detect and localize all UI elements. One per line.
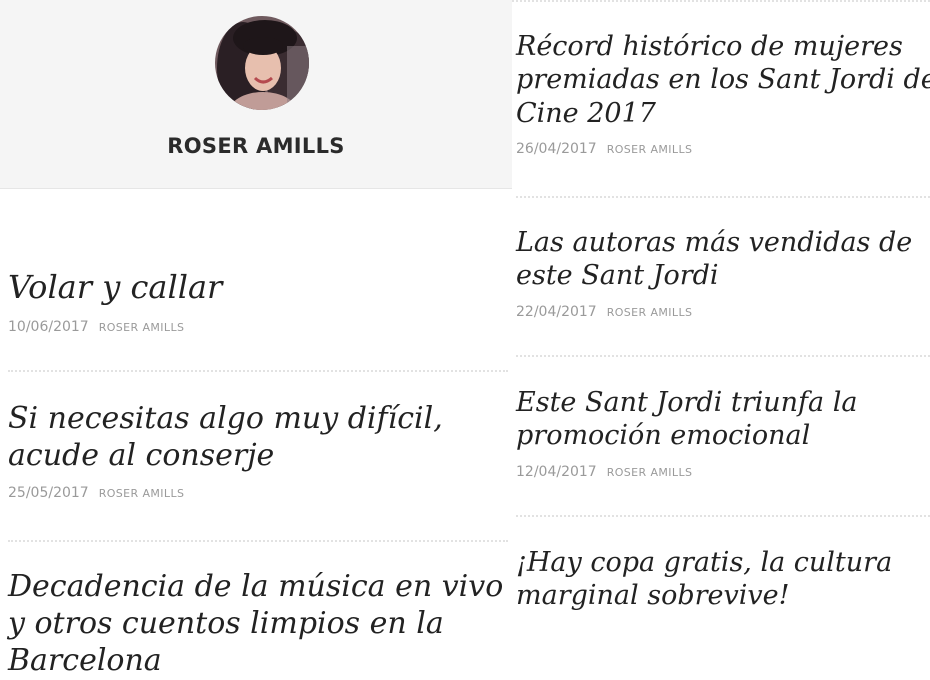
article-title[interactable]: Este Sant Jordi triunfa la promoción emo… xyxy=(516,386,930,453)
article-meta: 10/06/2017 ROSER AMILLS xyxy=(8,316,508,335)
divider xyxy=(8,540,508,542)
article-item[interactable]: Decadencia de la música en vivo y otros … xyxy=(8,568,513,680)
article-date: 26/04/2017 xyxy=(516,141,597,158)
author-card: ROSER AMILLS xyxy=(0,0,512,189)
article-author[interactable]: ROSER AMILLS xyxy=(607,466,693,479)
article-item[interactable]: Récord histórico de mujeres premiadas en… xyxy=(516,30,930,157)
article-title[interactable]: Volar y callar xyxy=(8,268,508,308)
article-meta: 26/04/2017 ROSER AMILLS xyxy=(516,138,930,157)
article-title[interactable]: Las autoras más vendidas de este Sant Jo… xyxy=(516,226,930,293)
article-date: 12/04/2017 xyxy=(516,463,597,480)
article-title[interactable]: Si necesitas algo muy difícil, acude al … xyxy=(8,400,513,474)
article-author[interactable]: ROSER AMILLS xyxy=(607,143,693,156)
article-author[interactable]: ROSER AMILLS xyxy=(99,487,185,500)
article-item[interactable]: Volar y callar 10/06/2017 ROSER AMILLS xyxy=(8,268,508,335)
article-author[interactable]: ROSER AMILLS xyxy=(99,321,185,334)
article-meta: 12/04/2017 ROSER AMILLS xyxy=(516,461,930,480)
author-avatar[interactable] xyxy=(215,16,309,110)
divider xyxy=(516,355,930,357)
avatar-image xyxy=(215,16,309,110)
top-divider xyxy=(512,0,930,5)
article-title[interactable]: Decadencia de la música en vivo y otros … xyxy=(8,568,513,680)
article-date: 10/06/2017 xyxy=(8,318,89,335)
article-title[interactable]: Récord histórico de mujeres premiadas en… xyxy=(516,30,930,130)
divider xyxy=(8,370,508,372)
article-meta: 25/05/2017 ROSER AMILLS xyxy=(8,482,513,501)
article-date: 25/05/2017 xyxy=(8,485,89,502)
divider xyxy=(516,515,930,517)
article-author[interactable]: ROSER AMILLS xyxy=(607,306,693,319)
article-item[interactable]: Las autoras más vendidas de este Sant Jo… xyxy=(516,226,930,320)
article-meta: 22/04/2017 ROSER AMILLS xyxy=(516,301,930,320)
author-name[interactable]: ROSER AMILLS xyxy=(0,134,512,158)
article-date: 22/04/2017 xyxy=(516,303,597,320)
article-item[interactable]: Si necesitas algo muy difícil, acude al … xyxy=(8,400,513,501)
article-item[interactable]: ¡Hay copa gratis, la cultura marginal so… xyxy=(516,546,930,613)
article-item[interactable]: Este Sant Jordi triunfa la promoción emo… xyxy=(516,386,930,480)
article-title[interactable]: ¡Hay copa gratis, la cultura marginal so… xyxy=(516,546,930,613)
divider xyxy=(516,196,930,198)
